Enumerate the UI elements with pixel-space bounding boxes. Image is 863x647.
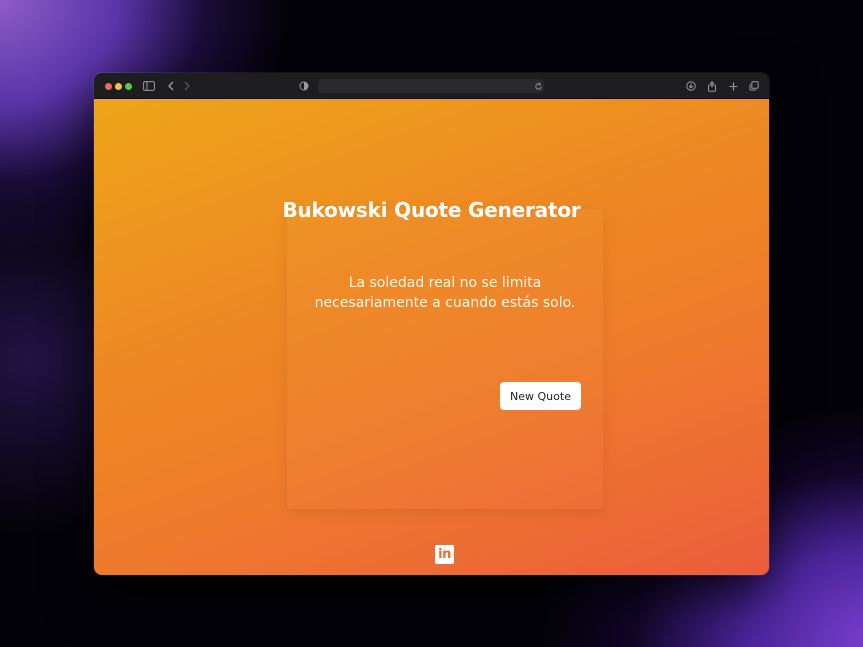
quote-text: La soledad real no se limita necesariame…: [307, 273, 583, 313]
linkedin-icon[interactable]: in: [435, 545, 454, 564]
download-icon[interactable]: [684, 79, 698, 93]
quote-card: [287, 209, 603, 509]
sidebar-icon[interactable]: [142, 79, 156, 93]
new-tab-icon[interactable]: [726, 79, 740, 93]
share-icon[interactable]: [705, 79, 719, 93]
page-title: Bukowski Quote Generator: [282, 198, 581, 222]
browser-window: Bukowski Quote Generator La soledad real…: [94, 73, 769, 575]
back-icon[interactable]: [164, 79, 178, 93]
privacy-shield-icon[interactable]: [297, 79, 311, 93]
forward-icon[interactable]: [180, 79, 194, 93]
quote-line-2: necesariamente a cuando estás solo.: [314, 295, 576, 311]
close-window-button[interactable]: [105, 83, 112, 90]
address-bar[interactable]: [318, 79, 544, 93]
browser-toolbar: [94, 73, 769, 99]
reload-icon[interactable]: [531, 79, 545, 93]
linkedin-icon-text: in: [438, 547, 451, 562]
page-content: Bukowski Quote Generator La soledad real…: [94, 99, 769, 575]
zoom-window-button[interactable]: [125, 83, 132, 90]
quote-line-1: La soledad real no se limita: [348, 275, 542, 291]
minimize-window-button[interactable]: [115, 83, 122, 90]
new-quote-button[interactable]: New Quote: [500, 382, 581, 410]
tab-overview-icon[interactable]: [747, 79, 761, 93]
